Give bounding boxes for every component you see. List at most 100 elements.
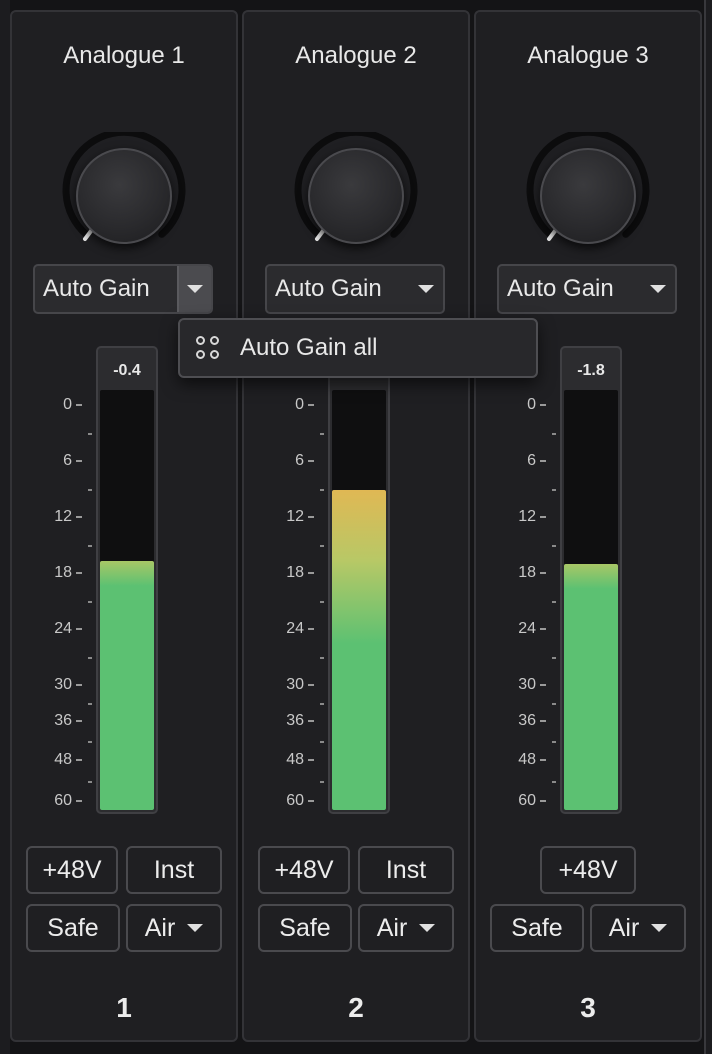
meter-scale: 0 6 12 18 24 30 36 48 60 xyxy=(12,392,92,812)
channel-number: 3 xyxy=(580,992,596,1023)
air-dropdown[interactable]: Air xyxy=(126,904,222,952)
gain-knob[interactable] xyxy=(60,132,188,260)
meter-scale-label: 60 xyxy=(286,792,314,810)
meter-minor-tick xyxy=(320,703,324,705)
meter-scale-label: 60 xyxy=(54,792,82,810)
meter-scale: 0 6 12 18 24 30 36 48 60 xyxy=(244,392,324,812)
meter-scale-label: 0 xyxy=(527,396,546,414)
meter-fill xyxy=(564,563,618,810)
level-meter: -1.8 xyxy=(560,346,622,814)
safe-button[interactable]: Safe xyxy=(26,904,120,952)
auto-gain-dropdown[interactable] xyxy=(409,266,443,312)
meter-scale-label: 48 xyxy=(54,751,82,769)
auto-gain-control[interactable]: Auto Gain xyxy=(33,264,213,314)
meter-track xyxy=(564,390,618,810)
channel-number: 1 xyxy=(116,992,132,1023)
meter-scale-label: 18 xyxy=(54,564,82,582)
air-dropdown[interactable]: Air xyxy=(590,904,686,952)
meter-scale-label: 18 xyxy=(286,564,314,582)
gain-knob-cap xyxy=(540,148,636,244)
auto-gain-control[interactable]: Auto Gain xyxy=(265,264,445,314)
phantom-power-button[interactable]: +48V xyxy=(540,846,636,894)
channel-title: Analogue 1 xyxy=(63,42,185,69)
chevron-down-icon xyxy=(187,924,204,932)
meter-minor-tick xyxy=(552,781,556,783)
meter-scale-label: 0 xyxy=(63,396,82,414)
gain-knob-cap xyxy=(76,148,172,244)
meter-minor-tick xyxy=(552,601,556,603)
auto-gain-button[interactable]: Auto Gain xyxy=(499,275,641,303)
channel-number: 2 xyxy=(348,992,364,1023)
meter-minor-tick xyxy=(320,781,324,783)
inst-button[interactable]: Inst xyxy=(126,846,222,894)
chevron-down-icon xyxy=(650,285,666,293)
meter-minor-tick xyxy=(88,741,92,743)
left-edge-panel xyxy=(0,0,10,1054)
meter-scale-label: 24 xyxy=(286,620,314,638)
meter-minor-tick xyxy=(320,545,324,547)
phantom-power-button[interactable]: +48V xyxy=(26,846,118,894)
inst-button[interactable]: Inst xyxy=(358,846,454,894)
peak-readout: -0.4 xyxy=(113,362,141,379)
meter-minor-tick xyxy=(88,433,92,435)
meter-fill xyxy=(332,489,386,810)
meter-minor-tick xyxy=(552,433,556,435)
meter-scale-label: 12 xyxy=(286,508,314,526)
meter-scale-label: 30 xyxy=(54,676,82,694)
right-edge-panel xyxy=(704,0,712,1054)
meter-scale-label: 12 xyxy=(518,508,546,526)
safe-button[interactable]: Safe xyxy=(490,904,584,952)
air-dropdown[interactable]: Air xyxy=(358,904,454,952)
auto-gain-all-menu: Auto Gain all xyxy=(178,318,538,378)
meter-track xyxy=(332,390,386,810)
meter-minor-tick xyxy=(320,489,324,491)
meter-minor-tick xyxy=(552,489,556,491)
meter-minor-tick xyxy=(88,545,92,547)
chevron-down-icon xyxy=(651,924,668,932)
grid-dots-icon xyxy=(194,334,222,362)
channel-strip-1: Analogue 1 Auto Gain 0 6 12 18 24 30 36 48 60 -0… xyxy=(10,10,238,1042)
chevron-down-icon xyxy=(419,924,436,932)
phantom-power-button[interactable]: +48V xyxy=(258,846,350,894)
meter-scale-label: 0 xyxy=(295,396,314,414)
meter-minor-tick xyxy=(88,489,92,491)
meter-scale-label: 6 xyxy=(63,452,82,470)
meter-minor-tick xyxy=(552,703,556,705)
meter-fill xyxy=(100,560,154,810)
gain-knob[interactable] xyxy=(292,132,420,260)
chevron-down-icon xyxy=(187,285,203,293)
meter-minor-tick xyxy=(320,601,324,603)
auto-gain-all-item[interactable]: Auto Gain all xyxy=(240,334,377,362)
meter-scale-label: 36 xyxy=(54,712,82,730)
meter-scale-label: 36 xyxy=(518,712,546,730)
meter-scale-label: 60 xyxy=(518,792,546,810)
meter-scale-label: 30 xyxy=(518,676,546,694)
meter-scale-label: 24 xyxy=(54,620,82,638)
channel-strip-3: Analogue 3 Auto Gain 0 6 12 18 24 30 36 48 60 -1… xyxy=(474,10,702,1042)
auto-gain-button[interactable]: Auto Gain xyxy=(35,275,177,303)
meter-scale-label: 6 xyxy=(527,452,546,470)
meter-scale-label: 12 xyxy=(54,508,82,526)
channel-title: Analogue 3 xyxy=(527,42,649,69)
level-meter: -0.4 xyxy=(96,346,158,814)
meter-scale: 0 6 12 18 24 30 36 48 60 xyxy=(476,392,556,812)
gain-knob-cap xyxy=(308,148,404,244)
auto-gain-dropdown[interactable] xyxy=(641,266,675,312)
auto-gain-button[interactable]: Auto Gain xyxy=(267,275,409,303)
safe-button[interactable]: Safe xyxy=(258,904,352,952)
meter-scale-label: 48 xyxy=(286,751,314,769)
meter-minor-tick xyxy=(320,433,324,435)
meter-minor-tick xyxy=(552,741,556,743)
meter-track xyxy=(100,390,154,810)
peak-readout: -1.8 xyxy=(577,362,605,379)
channel-title: Analogue 2 xyxy=(295,42,417,69)
gain-knob[interactable] xyxy=(524,132,652,260)
meter-minor-tick xyxy=(88,601,92,603)
meter-minor-tick xyxy=(88,657,92,659)
meter-minor-tick xyxy=(320,741,324,743)
meter-scale-label: 48 xyxy=(518,751,546,769)
meter-scale-label: 30 xyxy=(286,676,314,694)
meter-scale-label: 36 xyxy=(286,712,314,730)
auto-gain-control[interactable]: Auto Gain xyxy=(497,264,677,314)
auto-gain-dropdown[interactable] xyxy=(177,266,211,312)
